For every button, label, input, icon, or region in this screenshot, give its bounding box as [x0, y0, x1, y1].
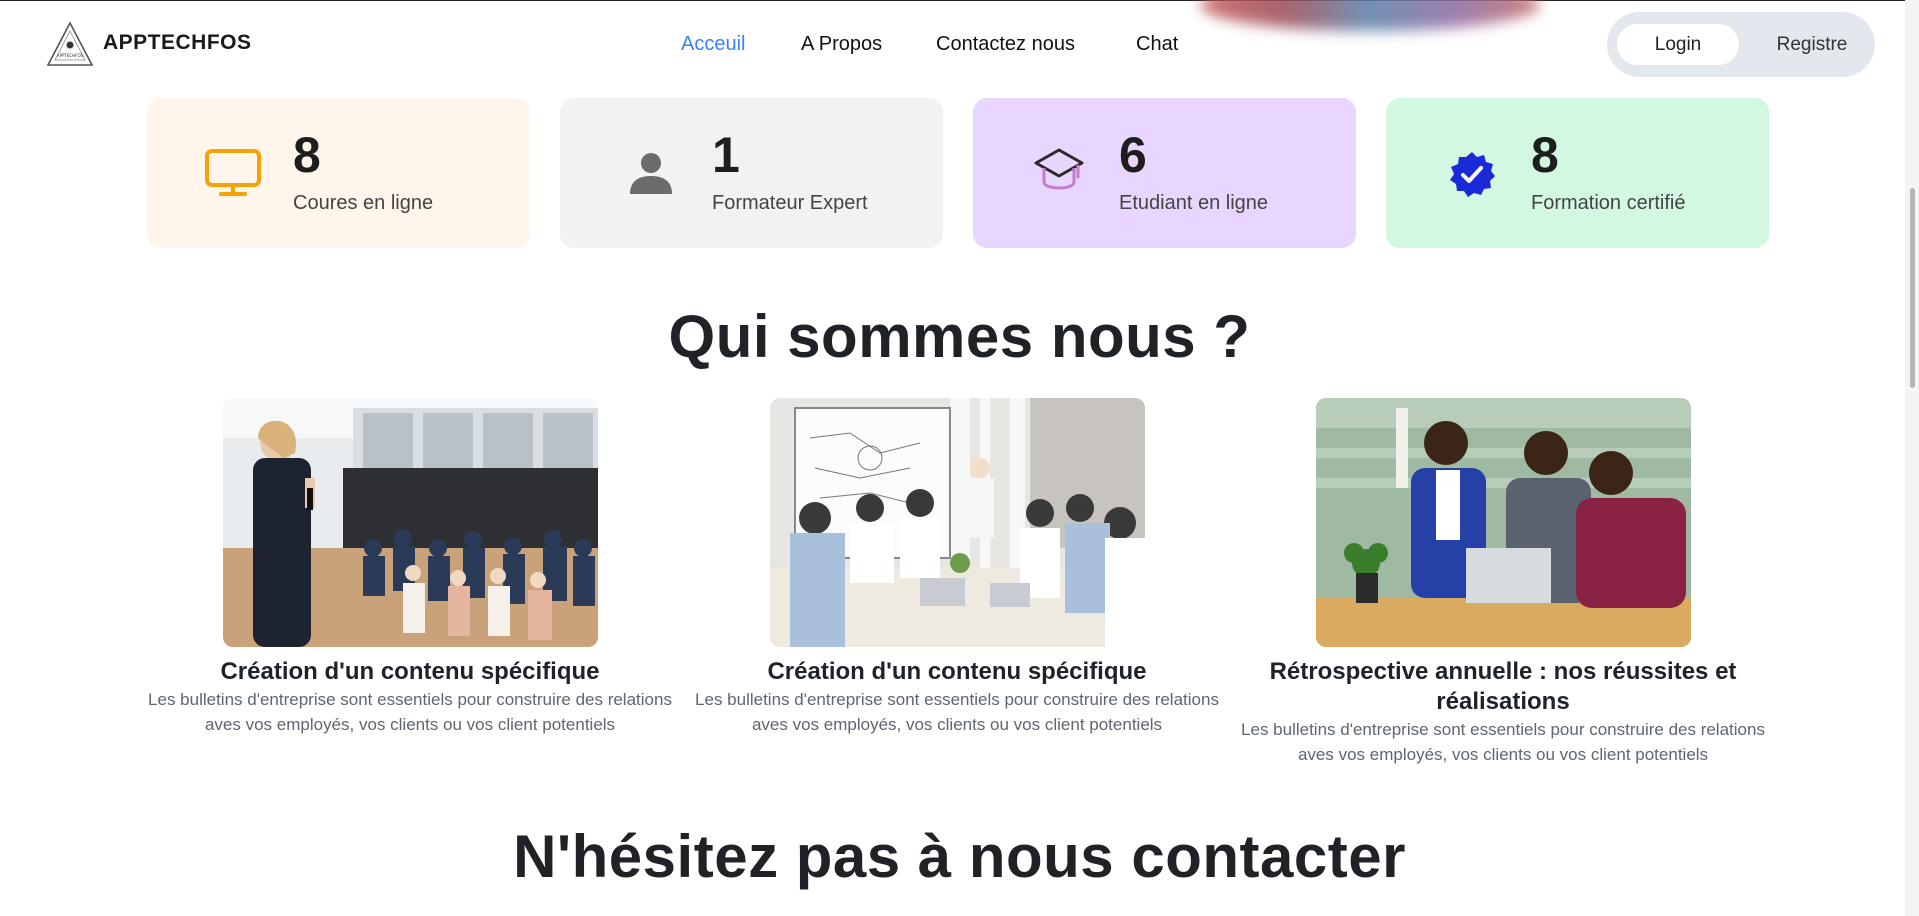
stat-card-courses: 8 Coures en ligne — [147, 98, 530, 248]
stat-value: 1 — [712, 127, 740, 183]
speaker-audience-photo — [223, 398, 598, 647]
site-header: APPTECHFOS APPTECHFOS Acceuil A Propos C… — [0, 0, 1900, 85]
login-button[interactable]: Login — [1617, 24, 1739, 65]
stat-label: Formateur Expert — [712, 192, 868, 214]
celebrating-team-photo — [1316, 398, 1691, 647]
about-heading: Qui sommes nous ? — [668, 303, 1251, 370]
stat-label: Formation certifié — [1531, 192, 1686, 214]
team-meeting-photo — [770, 398, 1145, 647]
nav-contactez-nous[interactable]: Contactez nous — [936, 33, 1075, 56]
stat-label: Etudiant en ligne — [1119, 192, 1269, 214]
scrollbar-track[interactable] — [1905, 0, 1919, 916]
register-button[interactable]: Registre — [1757, 24, 1867, 65]
graduation-cap-icon — [1034, 148, 1084, 190]
about-item-description: Les bulletins d'entreprise sont essentie… — [148, 690, 672, 734]
about-item-title: Création d'un contenu spécifique — [220, 658, 600, 685]
stat-value: 8 — [1531, 127, 1559, 183]
stat-value: 8 — [293, 127, 321, 183]
about-item-description: Les bulletins d'entreprise sont essentie… — [695, 690, 1219, 734]
nav-acceuil[interactable]: Acceuil — [681, 33, 745, 56]
stat-label: Coures en ligne — [293, 192, 434, 214]
user-icon — [630, 153, 672, 194]
brand-logo[interactable]: APPTECHFOS — [44, 19, 96, 71]
nav-chat[interactable]: Chat — [1136, 33, 1178, 56]
monitor-icon — [205, 149, 261, 196]
scrollbar-thumb[interactable] — [1910, 188, 1915, 388]
stat-card-students: 6 Etudiant en ligne — [973, 98, 1356, 248]
stat-value: 6 — [1119, 127, 1147, 183]
brand-name[interactable]: APPTECHFOS — [103, 31, 252, 55]
auth-buttons: Login Registre — [1607, 12, 1875, 77]
about-item-title: Rétrospective annuelle : nos réussites e… — [1269, 658, 1737, 715]
nav-a-propos[interactable]: A Propos — [801, 33, 882, 56]
logo-text: APPTECHFOS — [57, 53, 84, 58]
stat-card-trainer: 1 Formateur Expert — [560, 98, 943, 248]
stat-card-certified: 8 Formation certifié — [1386, 98, 1769, 248]
decorative-blur — [1200, 0, 1540, 31]
about-item-description: Les bulletins d'entreprise sont essentie… — [1241, 720, 1765, 764]
verified-badge-icon — [1450, 152, 1495, 197]
contact-heading: N'hésitez pas à nous contacter — [513, 823, 1406, 890]
about-item-title: Création d'un contenu spécifique — [767, 658, 1147, 685]
